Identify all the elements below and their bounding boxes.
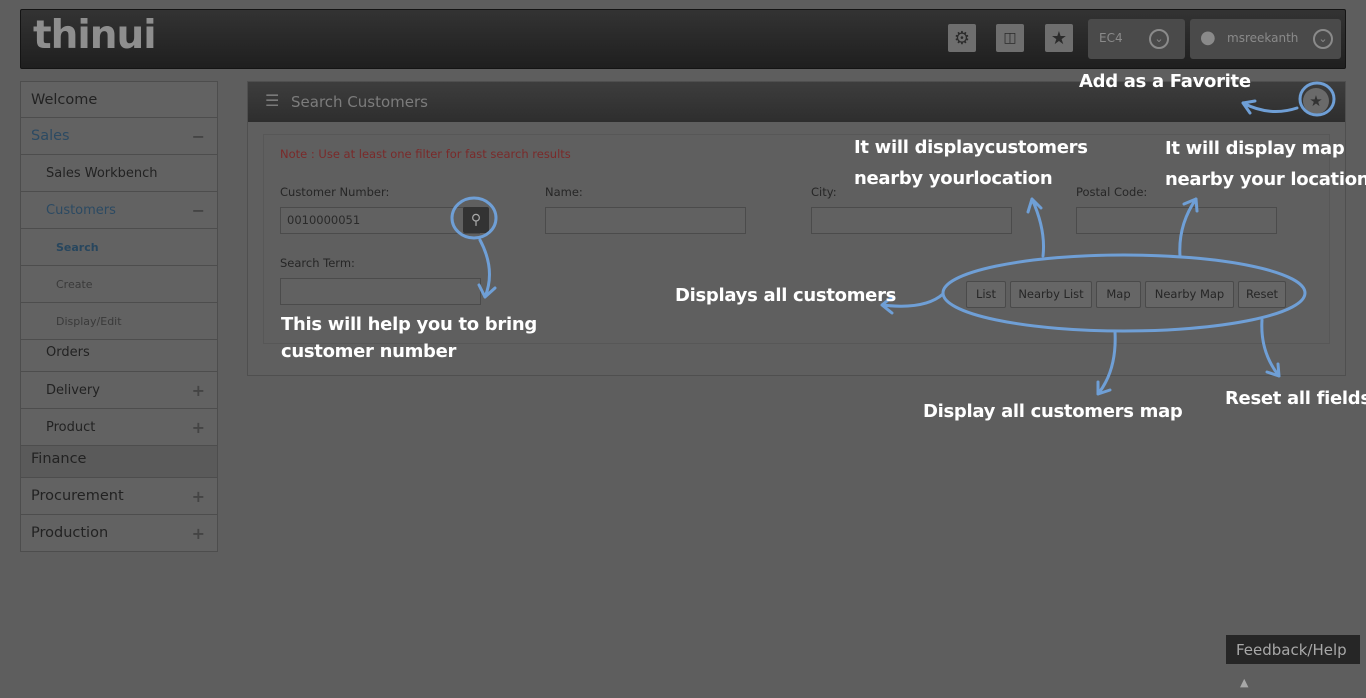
name-input[interactable]: [545, 207, 746, 234]
customer-lookup-button[interactable]: ⚲: [463, 207, 489, 233]
sidebar-item-customers[interactable]: Customers −: [20, 192, 218, 229]
settings-button[interactable]: ⚙: [948, 24, 976, 52]
sidebar-item-create[interactable]: Create: [20, 266, 218, 303]
favorites-button[interactable]: ★: [1045, 24, 1073, 52]
filter-note: Note : Use at least one filter for fast …: [280, 147, 571, 161]
list-button[interactable]: List: [966, 281, 1006, 308]
feedback-help-button[interactable]: Feedback/Help ▲: [1226, 635, 1360, 689]
chevron-down-icon: ⌄: [1149, 29, 1169, 49]
annotation-nearby-list-line2: nearby yourlocation: [854, 168, 1053, 189]
sidebar-item-welcome[interactable]: Welcome: [20, 81, 218, 118]
menu-icon[interactable]: ☰: [265, 91, 279, 110]
map-button[interactable]: Map: [1096, 281, 1141, 308]
sidebar-item-label: Create: [56, 278, 93, 291]
expand-icon[interactable]: +: [192, 515, 205, 552]
export-button[interactable]: ◫: [996, 24, 1024, 52]
search-form: Note : Use at least one filter for fast …: [263, 134, 1330, 344]
sidebar-item-delivery[interactable]: Delivery +: [20, 372, 218, 409]
annotation-nearby-map-line2: nearby your location: [1165, 169, 1366, 190]
sidebar-item-label: Customers: [46, 203, 116, 218]
user-icon: ●: [1200, 27, 1216, 48]
gear-icon: ⚙: [953, 27, 971, 49]
search-icon: ⚲: [470, 212, 482, 228]
postal-code-input[interactable]: [1076, 207, 1277, 234]
sidebar-item-sales[interactable]: Sales −: [20, 118, 218, 155]
add-favorite-button[interactable]: ★: [1303, 88, 1329, 114]
sidebar-item-label: Welcome: [31, 92, 98, 108]
collapse-icon[interactable]: −: [192, 118, 205, 155]
expand-icon[interactable]: +: [192, 409, 205, 446]
system-select[interactable]: EC4 ⌄: [1088, 19, 1185, 59]
feedback-label: Feedback/Help: [1236, 641, 1347, 659]
annotation-lookup-line1: This will help you to bring: [281, 314, 537, 335]
sidebar-item-label: Display/Edit: [56, 315, 122, 328]
search-term-input[interactable]: [280, 278, 481, 305]
customer-number-label: Customer Number:: [280, 185, 390, 199]
expand-icon[interactable]: +: [192, 478, 205, 515]
annotation-list: Displays all customers: [675, 285, 897, 306]
star-icon: ★: [1309, 92, 1323, 110]
postal-code-label: Postal Code:: [1076, 185, 1148, 199]
sidebar-item-display-edit[interactable]: Display/Edit: [20, 303, 218, 340]
star-icon: ★: [1050, 27, 1068, 49]
expand-icon[interactable]: +: [192, 372, 205, 409]
city-label: City:: [811, 185, 837, 199]
annotation-nearby-list-line1: It will displaycustomers: [854, 137, 1088, 158]
nearby-list-button[interactable]: Nearby List: [1010, 281, 1092, 308]
nearby-map-button[interactable]: Nearby Map: [1145, 281, 1234, 308]
sidebar-item-label: Finance: [31, 451, 87, 467]
city-input[interactable]: [811, 207, 1012, 234]
page-title: Search Customers: [291, 93, 428, 111]
sidebar-item-search[interactable]: Search: [20, 229, 218, 266]
chevron-down-icon: ⌄: [1313, 29, 1333, 49]
sidebar-item-production[interactable]: Production +: [20, 515, 218, 552]
customer-number-input[interactable]: 0010000051: [280, 207, 480, 234]
sidebar-item-orders[interactable]: Orders: [20, 340, 218, 372]
collapse-icon[interactable]: −: [192, 192, 205, 229]
annotation-favorite: Add as a Favorite: [1079, 71, 1251, 92]
search-term-label: Search Term:: [280, 256, 355, 270]
caret-up-icon: ▲: [1240, 676, 1249, 689]
sidebar-item-label: Sales Workbench: [46, 166, 158, 181]
app-logo: thinui: [33, 13, 157, 58]
app-header: thinui ⚙ ◫ ★ EC4 ⌄ ● msreekanth ⌄: [20, 9, 1346, 69]
sidebar-item-label: Orders: [46, 345, 90, 360]
sidebar-item-sales-workbench[interactable]: Sales Workbench: [20, 155, 218, 192]
annotation-map: Display all customers map: [923, 401, 1183, 422]
sidebar-item-label: Procurement: [31, 488, 124, 504]
sidebar-item-procurement[interactable]: Procurement +: [20, 478, 218, 515]
sidebar-item-label: Search: [56, 241, 99, 254]
annotation-nearby-map-line1: It will display map: [1165, 138, 1345, 159]
user-select[interactable]: ● msreekanth ⌄: [1190, 19, 1341, 59]
user-select-value: msreekanth: [1227, 31, 1299, 45]
sidebar-item-label: Sales: [31, 128, 70, 144]
system-select-value: EC4: [1099, 31, 1123, 45]
sidebar-item-label: Production: [31, 525, 109, 541]
sidebar-item-finance[interactable]: Finance: [20, 446, 218, 478]
export-icon: ◫: [1003, 30, 1017, 46]
sidebar-item-label: Delivery: [46, 383, 100, 398]
sidebar: Welcome Sales − Sales Workbench Customers…: [20, 81, 218, 552]
sidebar-item-label: Product: [46, 420, 96, 435]
name-label: Name:: [545, 185, 583, 199]
sidebar-item-product[interactable]: Product +: [20, 409, 218, 446]
reset-button[interactable]: Reset: [1238, 281, 1286, 308]
annotation-reset: Reset all fields: [1225, 388, 1366, 409]
annotation-lookup-line2: customer number: [281, 341, 457, 362]
